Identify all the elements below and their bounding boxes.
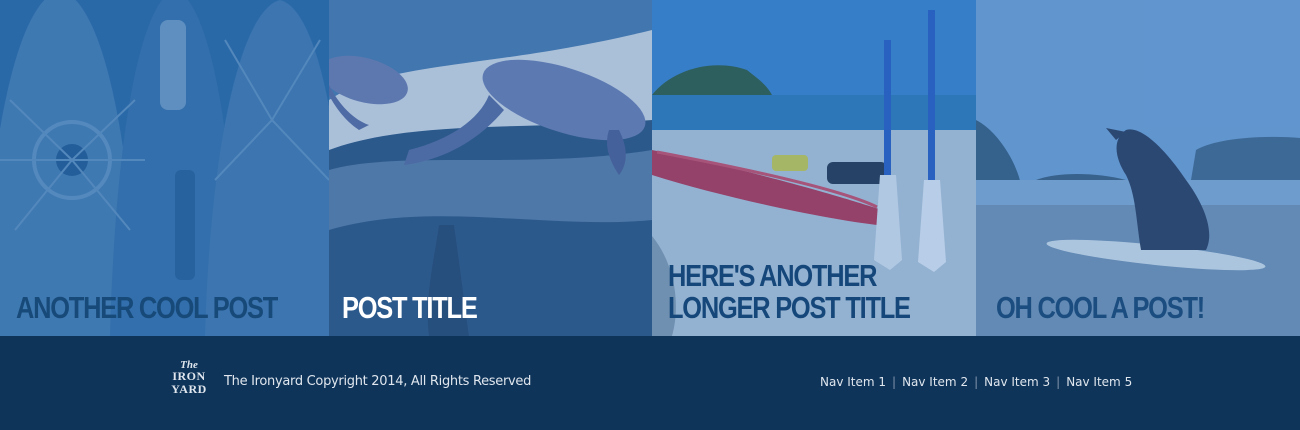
post-tile-3[interactable]: HERE'S ANOTHER LONGER POST TITLE	[652, 0, 976, 336]
nav-item-1[interactable]: Nav Item 1	[820, 375, 886, 389]
post-tile-2[interactable]: POST TITLE	[329, 0, 652, 336]
post-title-1[interactable]: ANOTHER COOL POST	[16, 292, 278, 324]
nav-item-3[interactable]: Nav Item 3	[984, 375, 1050, 389]
nav-item-2[interactable]: Nav Item 2	[902, 375, 968, 389]
site-footer: The IRON YARD The Ironyard Copyright 201…	[0, 336, 1300, 430]
post-title-3-line2: LONGER POST TITLE	[668, 290, 911, 325]
footer-nav: Nav Item 1 | Nav Item 2 | Nav Item 3 | Nav Ite…	[820, 375, 1132, 389]
nav-separator: |	[974, 375, 979, 389]
post-title-2[interactable]: POST TITLE	[342, 292, 478, 324]
post-tile-4[interactable]: OH COOL A POST!	[976, 0, 1300, 336]
post-grid: ANOTHER COOL POST POST TITLE HERE'S ANOT…	[0, 0, 1300, 336]
nav-separator: |	[892, 375, 897, 389]
copyright-text: The Ironyard Copyright 2014, All Rights …	[224, 374, 532, 389]
ironyard-logo[interactable]: The IRON YARD	[164, 360, 214, 400]
post-title-3-line1: HERE'S ANOTHER	[668, 258, 877, 293]
post-tile-1[interactable]: ANOTHER COOL POST	[0, 0, 329, 336]
logo-line-3: YARD	[171, 382, 207, 396]
post-title-3[interactable]: HERE'S ANOTHER LONGER POST TITLE	[668, 258, 911, 325]
post-title-4[interactable]: OH COOL A POST!	[996, 292, 1205, 324]
nav-separator: |	[1056, 375, 1061, 389]
nav-item-5[interactable]: Nav Item 5	[1066, 375, 1132, 389]
